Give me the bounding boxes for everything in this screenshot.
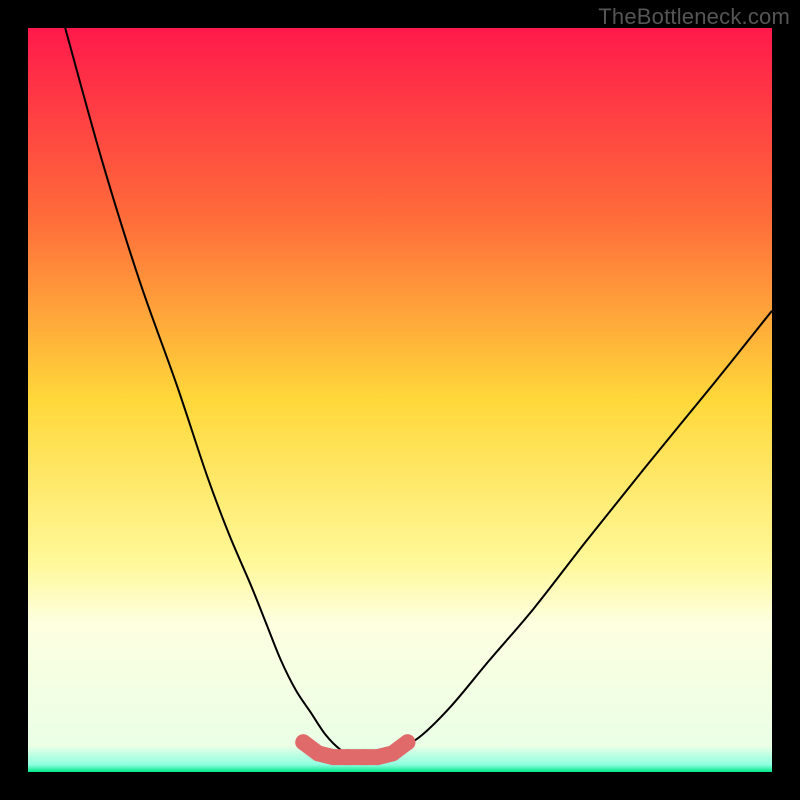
plot-area [28, 28, 772, 772]
bottom-marker-dot [370, 749, 386, 765]
bottom-marker-dot [355, 749, 371, 765]
chart-svg [28, 28, 772, 772]
bottom-marker-dot [310, 745, 326, 761]
bottom-marker-dot [385, 745, 401, 761]
bottom-marker-dot [325, 749, 341, 765]
bottom-marker-dot [340, 749, 356, 765]
bottom-marker-dot [399, 734, 415, 750]
bottom-marker-dot [295, 734, 311, 750]
watermark-text: TheBottleneck.com [598, 4, 790, 30]
gradient-background [28, 28, 772, 772]
chart-frame: TheBottleneck.com [0, 0, 800, 800]
